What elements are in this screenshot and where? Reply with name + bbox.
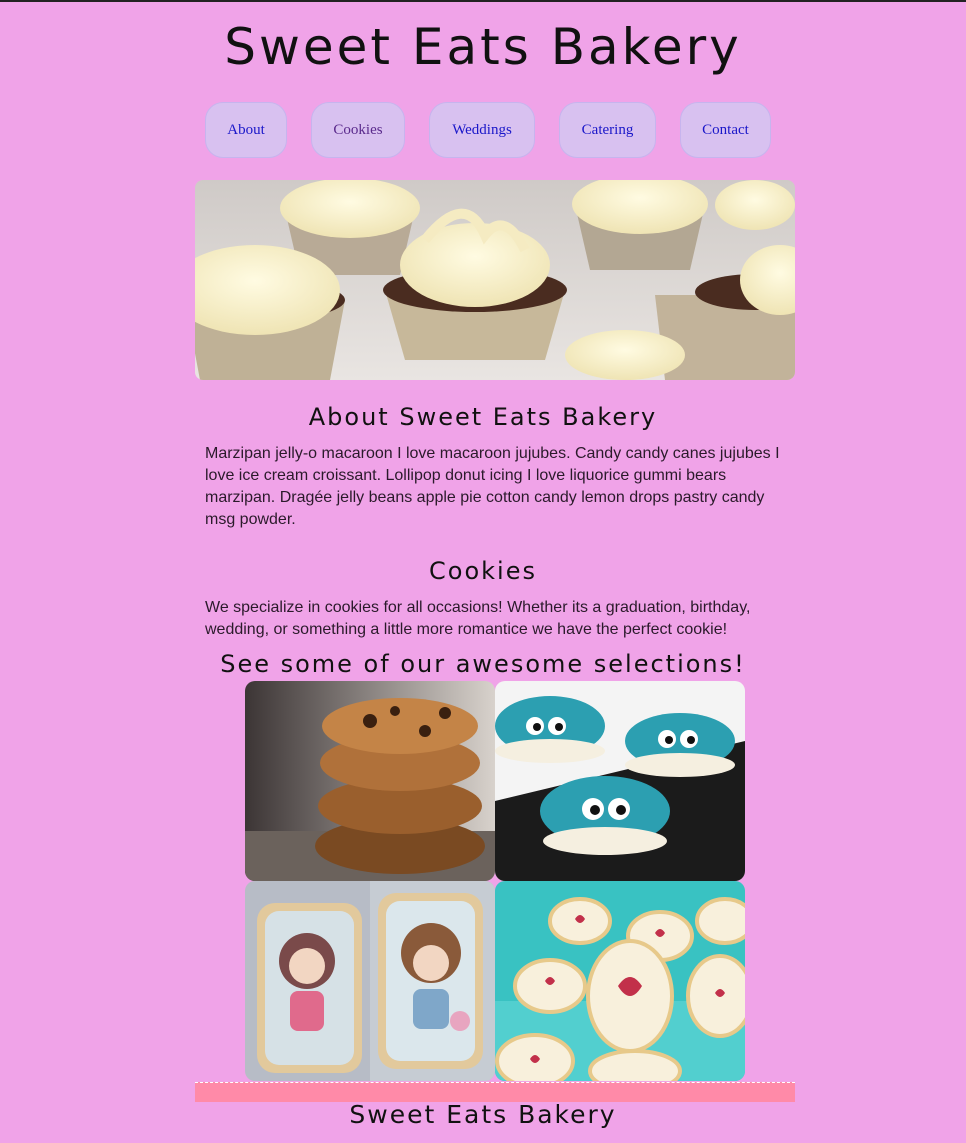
- about-paragraph: Marzipan jelly-o macaroon I love macaroo…: [205, 445, 780, 528]
- nav-weddings-button[interactable]: Weddings: [429, 102, 535, 158]
- gallery-heading: See some of our awesome selections!: [220, 650, 746, 678]
- top-border: [0, 0, 966, 2]
- nav-cookies-button[interactable]: Cookies: [311, 102, 405, 158]
- about-heading: About Sweet Eats Bakery: [308, 403, 658, 431]
- heart-linzer-cookies-image: [495, 881, 745, 1081]
- footer-title: Sweet Eats Bakery: [349, 1100, 617, 1129]
- footer-bar: [195, 1082, 795, 1102]
- hero-cupcakes-image: [195, 180, 795, 380]
- site-title: Sweet Eats Bakery: [224, 18, 742, 76]
- cookies-heading: Cookies: [429, 557, 537, 585]
- main-nav: About Cookies Weddings Catering Contact: [0, 102, 966, 160]
- nav-contact-button[interactable]: Contact: [680, 102, 771, 158]
- decorated-girl-cookies-image: [245, 881, 495, 1081]
- monster-cookie-sandwiches-image: [495, 681, 745, 881]
- chocolate-chip-cookies-image: [245, 681, 495, 881]
- nav-about-button[interactable]: About: [205, 102, 287, 158]
- nav-catering-button[interactable]: Catering: [559, 102, 656, 158]
- cookies-paragraph: We specialize in cookies for all occasio…: [205, 599, 751, 638]
